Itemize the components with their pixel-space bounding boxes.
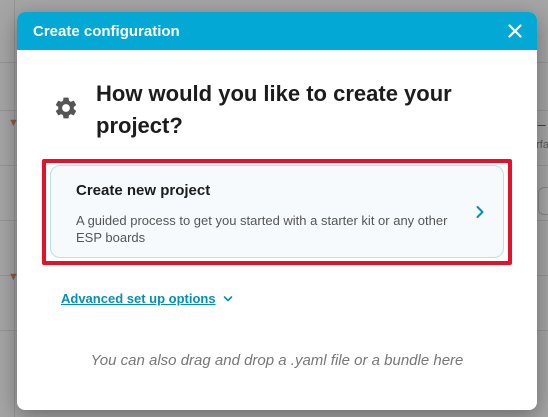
dialog-title: Create configuration (33, 22, 180, 40)
chevron-down-icon (223, 295, 232, 301)
create-new-project-option[interactable]: Create new project A guided process to g… (50, 165, 504, 258)
advanced-setup-toggle[interactable]: Advanced set up options (61, 291, 234, 306)
drop-zone-hint[interactable]: You can also drag and drop a .yaml file … (17, 352, 537, 369)
create-configuration-dialog: Create configuration How would you like … (17, 12, 537, 410)
gear-icon (55, 97, 77, 119)
close-button[interactable] (505, 21, 525, 41)
chevron-right-icon (476, 206, 484, 218)
option-title: Create new project (76, 182, 211, 199)
option-description: A guided process to get you started with… (76, 213, 448, 245)
dialog-heading: How would you like to create your projec… (96, 81, 452, 138)
heading-row: How would you like to create your projec… (53, 78, 476, 142)
close-icon (508, 24, 522, 38)
advanced-setup-link[interactable]: Advanced set up options (61, 291, 216, 306)
dialog-header: Create configuration (17, 12, 537, 50)
